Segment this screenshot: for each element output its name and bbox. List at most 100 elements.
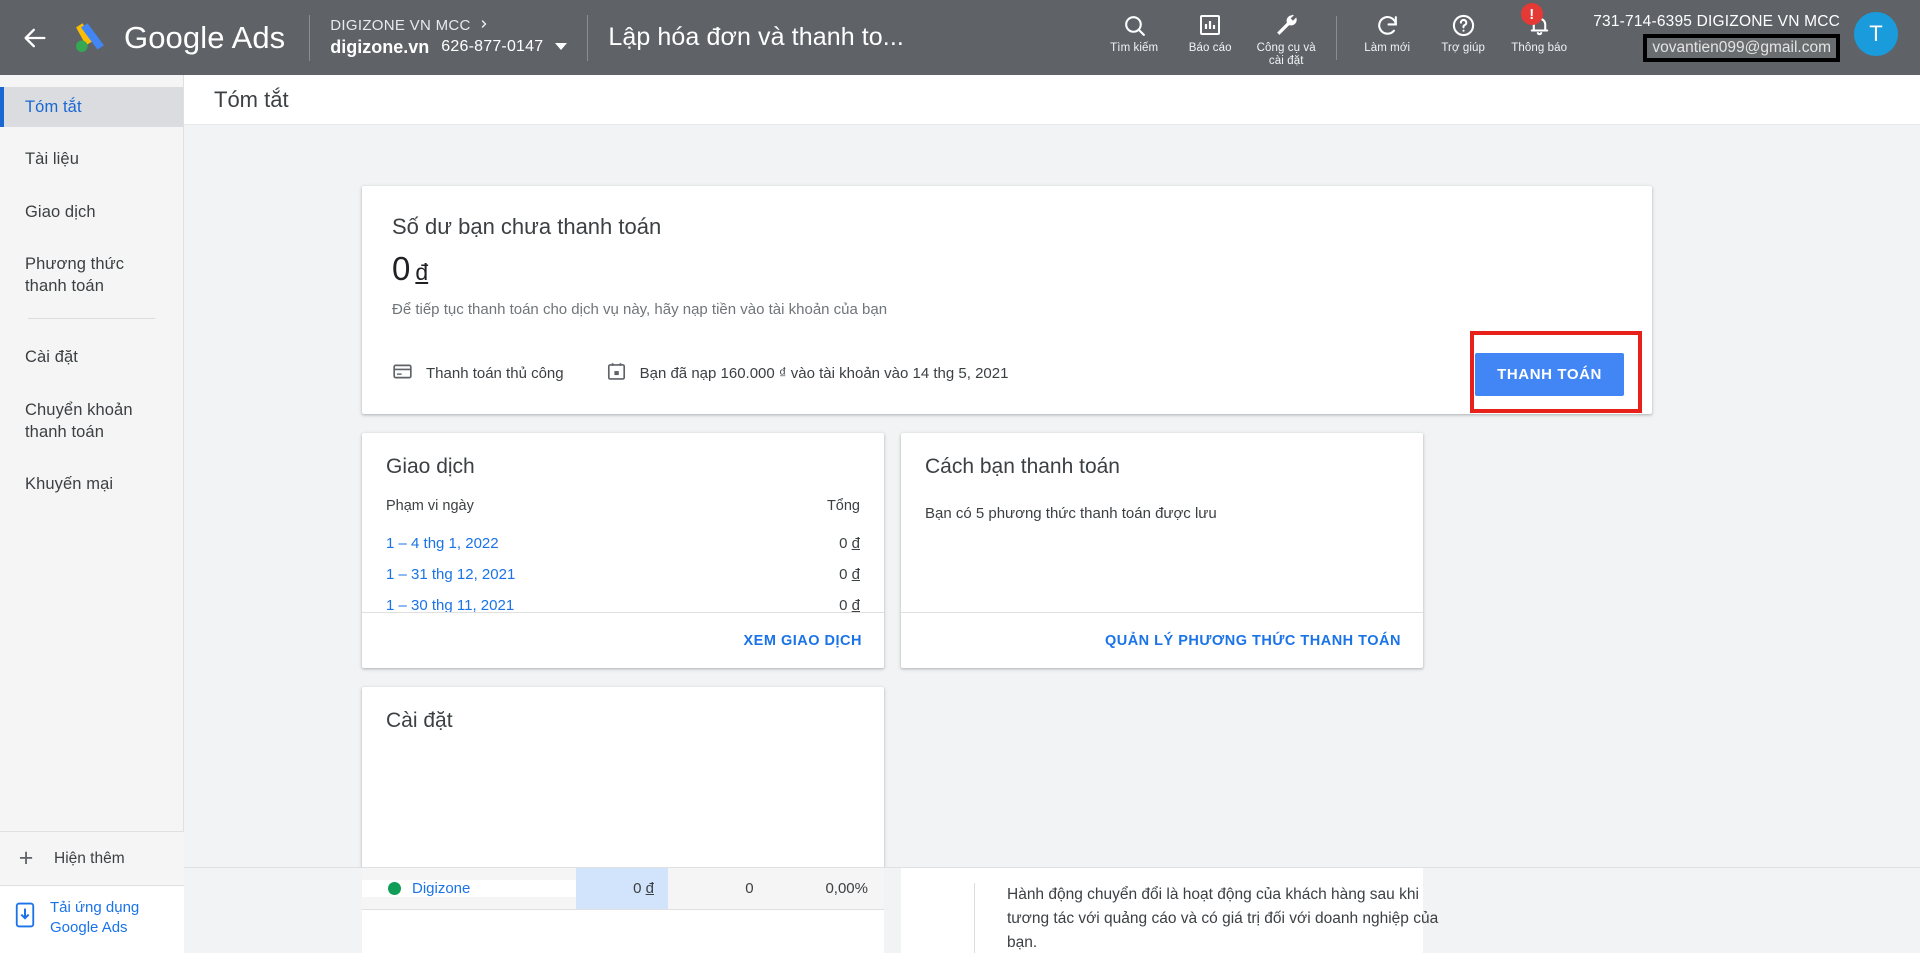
sidebar-item-label: Chuyển khoản thanh toán [25, 400, 133, 441]
tools-settings-label: Công cụ và cài đặt [1256, 42, 1316, 68]
get-app-button[interactable]: Tải ứng dụng Google Ads [0, 885, 184, 953]
reports-button[interactable]: Báo cáo [1172, 12, 1248, 55]
content-header: Tóm tắt [184, 75, 1920, 125]
search-button[interactable]: Tìm kiếm [1096, 12, 1172, 55]
bell-icon: ! [1520, 3, 1552, 38]
notifications-button[interactable]: ! Thông báo [1501, 3, 1577, 55]
overlay-column-gap [884, 868, 901, 953]
sidebar-item-summary[interactable]: Tóm tắt [0, 87, 183, 128]
cell-total: 0 đ [763, 559, 860, 590]
balance-amount: 0đ [392, 250, 1622, 288]
credit-card-icon [392, 361, 413, 386]
user-account-line: 731-714-6395 DIGIZONE VN MCC [1593, 13, 1840, 30]
sidebar-divider [28, 318, 155, 320]
total-value: 0 [839, 566, 848, 583]
user-account-info[interactable]: 731-714-6395 DIGIZONE VN MCC vovantien09… [1593, 12, 1840, 63]
sidebar-item-payment-transfer[interactable]: Chuyển khoản thanh toán [0, 390, 183, 453]
refresh-label: Làm mới [1364, 42, 1411, 54]
date-range-link[interactable]: 1 – 31 thg 12, 2021 [386, 566, 515, 583]
show-more-button[interactable]: + Hiện thêm [0, 831, 184, 885]
chevron-right-icon [478, 17, 490, 36]
tools-settings-button[interactable]: Công cụ và cài đặt [1248, 12, 1324, 68]
settings-card-title: Cài đặt [386, 709, 453, 732]
topbar-divider-2 [587, 14, 589, 61]
search-label: Tìm kiếm [1110, 42, 1159, 54]
pay-button[interactable]: THANH TOÁN [1475, 353, 1624, 396]
bar-chart-icon [1198, 12, 1222, 38]
payment-methods-card: Cách bạn thanh toán Bạn có 5 phương thức… [901, 433, 1423, 668]
overlay-left-gap [184, 868, 362, 953]
refresh-button[interactable]: Làm mới [1349, 12, 1425, 55]
balance-subtitle: Để tiếp tục thanh toán cho dịch vụ này, … [392, 301, 888, 318]
top-bar: Google Ads DIGIZONE VN MCC digizone.vn 6… [0, 0, 1920, 75]
brand-name: Google Ads [124, 19, 286, 55]
cell-total: 0 đ [763, 528, 860, 559]
calendar-icon [606, 361, 627, 386]
campaign-link[interactable]: Digizone [412, 880, 470, 897]
sidebar-item-label: Cài đặt [25, 348, 78, 367]
bottom-overlay-panel: Digizone 0 đ 0 0,00% Hành động chuyển đổ… [184, 867, 1920, 953]
app-root: Google Ads DIGIZONE VN MCC digizone.vn 6… [0, 0, 1920, 953]
campaign-row[interactable]: Digizone 0 đ 0 0,00% [362, 868, 884, 909]
show-more-label: Hiện thêm [54, 849, 125, 867]
account-selector[interactable]: DIGIZONE VN MCC digizone.vn 626-877-0147 [330, 17, 568, 58]
search-icon [1122, 12, 1147, 38]
col-total: Tổng [826, 498, 860, 514]
manual-payment-label: Thanh toán thủ công [426, 365, 564, 382]
help-label: Trợ giúp [1441, 42, 1486, 54]
notifications-label: Thông báo [1511, 42, 1568, 54]
manage-payment-methods-link[interactable]: QUẢN LÝ PHƯƠNG THỨC THANH TOÁN [1105, 633, 1401, 649]
payment-methods-body: Bạn có 5 phương thức thanh toán được lưu [925, 505, 1217, 522]
manual-payment-info: Thanh toán thủ công [392, 361, 564, 386]
help-circle-icon [1451, 12, 1476, 38]
account-name: digizone.vn [330, 36, 430, 57]
balance-card: Số dư bạn chưa thanh toán 0đ Để tiếp tục… [362, 186, 1652, 414]
mobile-download-icon [14, 902, 36, 933]
transactions-card-footer: XEM GIAO DỊCH [362, 612, 884, 668]
balance-amount-value: 0 [392, 250, 411, 287]
sidebar-list: Tóm tắt Tài liệu Giao dịch Phương thức t… [0, 75, 183, 504]
get-app-label: Tải ứng dụng Google Ads [50, 899, 140, 936]
sidebar-item-settings[interactable]: Cài đặt [0, 337, 183, 377]
cell-date-range: 1 – 4 thg 1, 2022 [386, 528, 763, 559]
cell-date-range: 1 – 31 thg 12, 2021 [386, 559, 763, 590]
back-button[interactable] [0, 0, 70, 75]
view-transactions-link[interactable]: XEM GIAO DỊCH [744, 633, 862, 649]
topbar-divider-3 [1336, 16, 1338, 60]
campaign-conversions-cell: 0 [745, 880, 754, 897]
brand-logo-link[interactable]: Google Ads [70, 20, 289, 56]
topbar-divider-1 [309, 14, 311, 61]
reports-label: Báo cáo [1188, 42, 1232, 54]
sidebar-item-payment-methods[interactable]: Phương thức thanh toán [0, 244, 183, 307]
overlay-right-gap [1423, 868, 1920, 953]
sidebar-item-documents[interactable]: Tài liệu [0, 139, 183, 179]
user-email: vovantien099@gmail.com [1643, 34, 1840, 63]
avatar[interactable]: T [1854, 12, 1898, 56]
sidebar-item-label: Tài liệu [25, 150, 79, 169]
sidebar-item-label: Tóm tắt [25, 98, 82, 116]
chevron-down-icon[interactable] [555, 43, 568, 51]
notification-badge: ! [1520, 3, 1543, 25]
col-date-range: Phạm vi ngày [386, 498, 474, 514]
account-id: 626-877-0147 [441, 37, 544, 55]
campaign-name-cell: Digizone [362, 880, 576, 897]
campaign-cost-cell: 0 đ [575, 868, 668, 909]
sidebar-item-transactions[interactable]: Giao dịch [0, 192, 183, 232]
total-currency: đ [851, 535, 860, 552]
wrench-icon [1274, 12, 1299, 38]
payment-methods-card-title: Cách bạn thanh toán [925, 455, 1120, 478]
content-area: Tóm tắt Số dư bạn chưa thanh toán 0đ Để … [184, 75, 1920, 953]
overlay-card-edge [362, 909, 884, 953]
sidebar-item-label: Giao dịch [25, 202, 96, 221]
date-range-link[interactable]: 1 – 4 thg 1, 2022 [386, 535, 499, 552]
table-header-row: Phạm vi ngày Tổng [386, 493, 860, 528]
last-topup-info: Bạn đã nạp 160.000 ₫ vào tài khoản vào 1… [606, 361, 1008, 386]
sidebar-item-promotions[interactable]: Khuyến mại [0, 464, 183, 504]
google-ads-logo [70, 20, 110, 56]
content-body: Số dư bạn chưa thanh toán 0đ Để tiếp tục… [184, 125, 1920, 953]
topbar-page-title: Lập hóa đơn và thanh to... [608, 23, 904, 51]
help-button[interactable]: Trợ giúp [1425, 12, 1501, 55]
table-row: 1 – 31 thg 12, 2021 0 đ [386, 559, 860, 590]
transactions-card: Giao dịch Phạm vi ngày Tổng 1 – 4 thg 1,… [362, 433, 884, 668]
balance-card-title: Số dư bạn chưa thanh toán [392, 214, 662, 239]
